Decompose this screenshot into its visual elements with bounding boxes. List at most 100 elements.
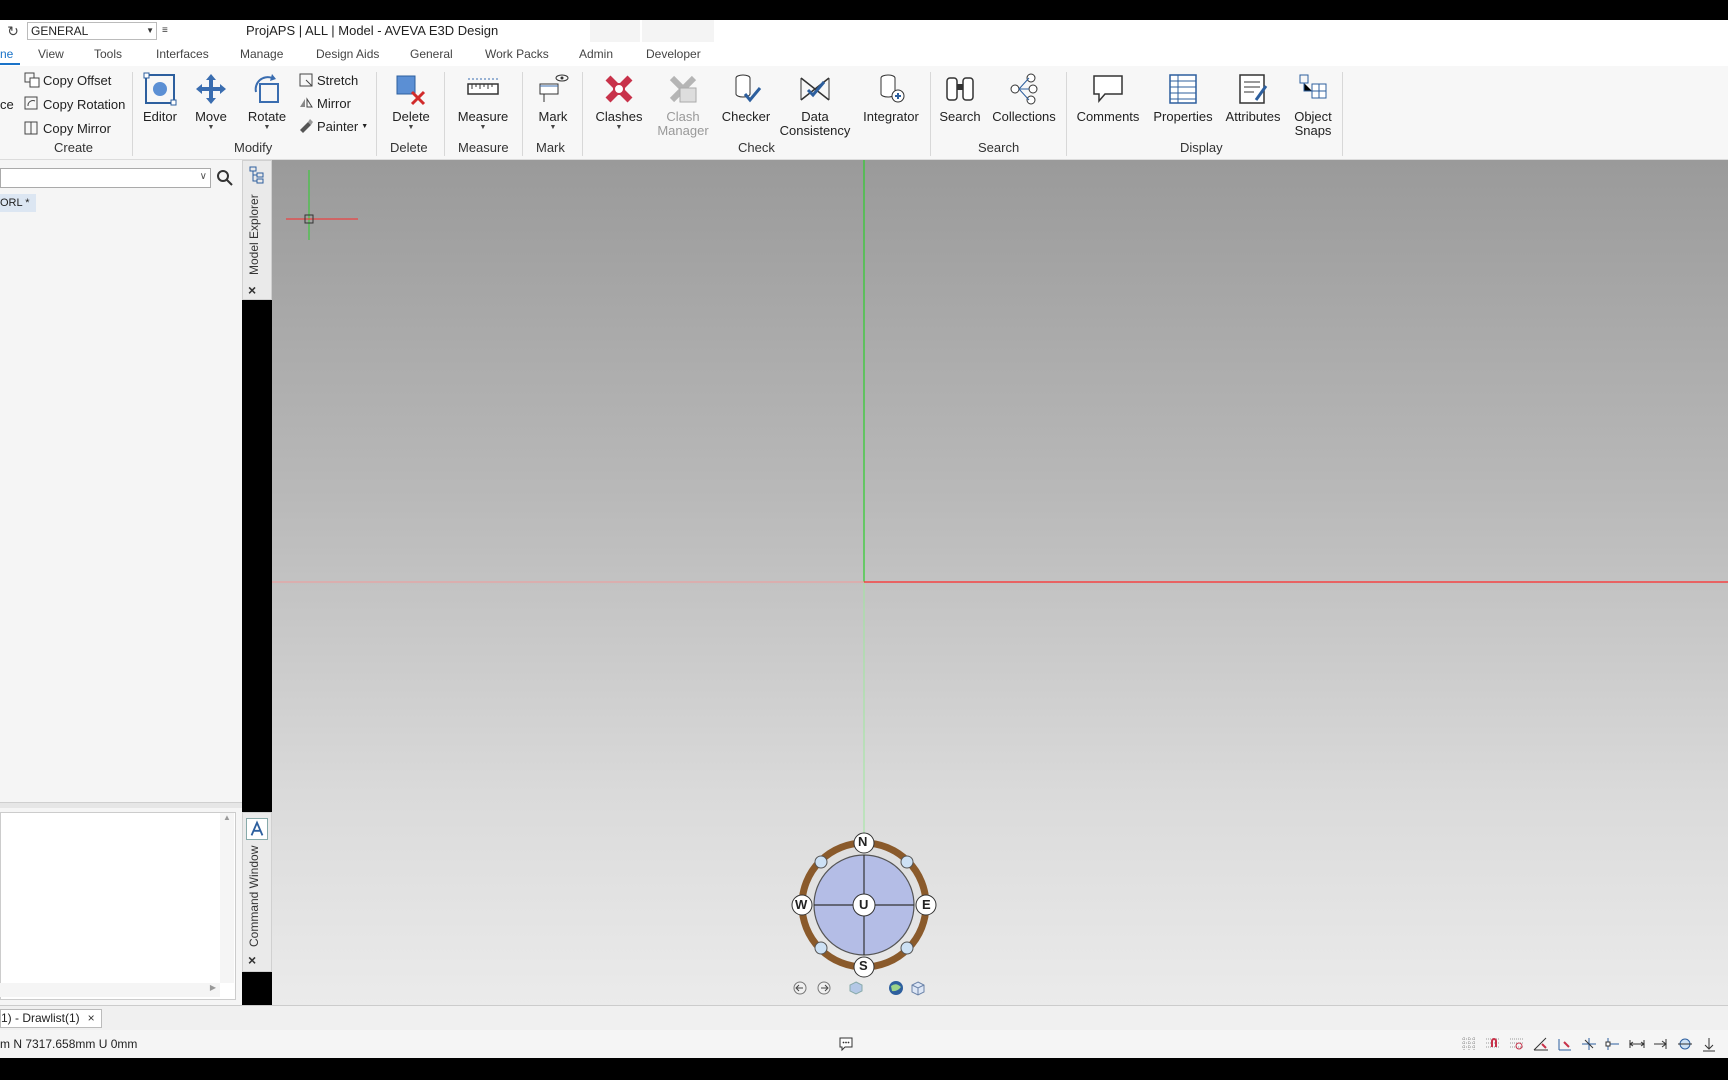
- redo-icon[interactable]: ↻: [4, 22, 22, 40]
- object-snaps-button[interactable]: Object Snaps: [1288, 72, 1338, 138]
- integrator-button[interactable]: Integrator: [856, 72, 926, 124]
- snap-intersection-icon[interactable]: [1580, 1036, 1598, 1052]
- group-separator: [1342, 72, 1343, 156]
- painter-label: Painter: [317, 118, 359, 134]
- compass-south-button[interactable]: S: [859, 958, 868, 973]
- mark-icon: [539, 74, 569, 102]
- snap-distance-icon[interactable]: [1628, 1036, 1646, 1052]
- painter-button[interactable]: Painter ▼: [298, 116, 368, 136]
- chevron-down-icon: ▼: [549, 124, 557, 131]
- compass-north-button[interactable]: N: [858, 834, 867, 849]
- compass-west-button[interactable]: W: [795, 897, 807, 912]
- search-button[interactable]: Search: [936, 72, 984, 124]
- quick-access-customize-icon[interactable]: ≡: [162, 22, 172, 40]
- drawlist-tab-label: 1) - Drawlist(1): [1, 1011, 80, 1025]
- tab-manage[interactable]: Manage: [240, 47, 283, 61]
- copy-offset-label: Copy Offset: [43, 72, 112, 88]
- tab-view[interactable]: View: [38, 47, 64, 61]
- binoculars-icon: [946, 77, 974, 101]
- view-forward-icon: [817, 981, 831, 995]
- properties-button[interactable]: Properties: [1148, 72, 1218, 124]
- snap-polar-icon[interactable]: [1508, 1036, 1526, 1052]
- measure-button[interactable]: Measure ▼: [454, 72, 512, 132]
- snap-angle-icon[interactable]: [1532, 1036, 1550, 1052]
- clash-manager-label-2: Manager: [657, 123, 709, 138]
- rotate-button[interactable]: Rotate ▼: [240, 72, 294, 132]
- snap-endpoint-icon[interactable]: [1652, 1036, 1670, 1052]
- panel-splitter[interactable]: [0, 802, 242, 808]
- search-icon[interactable]: [215, 168, 235, 188]
- checker-icon: [735, 74, 762, 103]
- tab-design-aids[interactable]: Design Aids: [316, 47, 379, 61]
- group-separator: [1066, 72, 1067, 156]
- attributes-icon: [1239, 74, 1268, 104]
- cut-button[interactable]: ce: [0, 94, 14, 114]
- snap-down-icon[interactable]: [1700, 1036, 1718, 1052]
- vertical-scrollbar[interactable]: ▲: [220, 813, 234, 983]
- mark-button[interactable]: Mark ▼: [530, 72, 576, 132]
- copy-offset-button[interactable]: Copy Offset: [24, 70, 111, 90]
- compass-east-button[interactable]: E: [922, 897, 931, 912]
- module-select[interactable]: GENERAL ▼: [27, 22, 157, 40]
- model-explorer-label: Model Explorer: [247, 194, 261, 275]
- move-label: Move: [195, 109, 227, 124]
- explorer-search-input[interactable]: ∨: [0, 168, 211, 188]
- copy-mirror-button[interactable]: Copy Mirror: [24, 118, 111, 138]
- document-tabs: 1) - Drawlist(1) ×: [0, 1005, 1728, 1030]
- stretch-button[interactable]: Stretch: [298, 70, 358, 90]
- delete-icon: [396, 75, 426, 106]
- snap-centre-icon[interactable]: [1676, 1036, 1694, 1052]
- snap-ortho-icon[interactable]: [1556, 1036, 1574, 1052]
- close-icon[interactable]: ×: [248, 952, 256, 968]
- status-bar: m N 7317.658mm U 0mm: [0, 1030, 1728, 1058]
- tab-home[interactable]: ne: [0, 47, 13, 61]
- snap-magnet-icon[interactable]: [1484, 1036, 1502, 1052]
- attributes-button[interactable]: Attributes: [1222, 72, 1284, 124]
- snap-grid-icon[interactable]: [1460, 1036, 1478, 1052]
- 3d-viewport[interactable]: N S E W U: [272, 160, 1728, 1005]
- properties-table-icon: [1169, 74, 1197, 104]
- group-separator: [444, 72, 445, 156]
- clash-manager-icon: [669, 75, 697, 103]
- data-consistency-icon: [800, 77, 830, 101]
- object-snaps-icon: [1299, 74, 1327, 99]
- group-separator: [376, 72, 377, 156]
- stretch-label: Stretch: [317, 72, 359, 88]
- chat-icon[interactable]: [838, 1036, 854, 1052]
- close-icon[interactable]: ×: [248, 282, 256, 298]
- tab-developer[interactable]: Developer: [646, 47, 701, 61]
- delete-button[interactable]: Delete ▼: [386, 72, 436, 132]
- tab-interfaces[interactable]: Interfaces: [156, 47, 209, 61]
- compass-up-button[interactable]: U: [859, 897, 868, 912]
- attributes-label: Attributes: [1225, 109, 1281, 124]
- tab-tools[interactable]: Tools: [94, 47, 122, 61]
- checker-button[interactable]: Checker: [718, 72, 774, 124]
- tree-item-world[interactable]: ORL *: [0, 194, 36, 212]
- tab-work-packs[interactable]: Work Packs: [485, 47, 549, 61]
- move-button[interactable]: Move ▼: [188, 72, 234, 132]
- tree-hierarchy-icon: [249, 166, 265, 184]
- measure-label: Measure: [457, 109, 509, 124]
- close-icon[interactable]: ×: [88, 1010, 95, 1027]
- command-window-panel[interactable]: [0, 812, 236, 1000]
- title-tab-placeholder: [590, 20, 640, 42]
- window-title: ProjAPS | ALL | Model - AVEVA E3D Design: [246, 23, 499, 38]
- chevron-down-icon: ∨: [199, 171, 207, 182]
- chevron-down-icon: ▼: [479, 124, 487, 131]
- collections-button[interactable]: Collections: [988, 72, 1060, 124]
- comments-button[interactable]: Comments: [1074, 72, 1142, 124]
- view-cube-icon: [911, 981, 925, 996]
- data-consistency-button[interactable]: Data Consistency: [778, 72, 852, 138]
- clashes-button[interactable]: Clashes ▼: [592, 72, 646, 132]
- editor-button[interactable]: Editor: [138, 72, 182, 124]
- tab-general[interactable]: General: [410, 47, 453, 61]
- snap-perpendicular-icon[interactable]: [1604, 1036, 1622, 1052]
- copy-rotation-button[interactable]: Copy Rotation: [24, 94, 125, 114]
- tab-admin[interactable]: Admin: [579, 47, 613, 61]
- mirror-button[interactable]: Mirror: [298, 93, 351, 113]
- horizontal-scrollbar[interactable]: ▶: [0, 983, 220, 997]
- clash-manager-button[interactable]: Clash Manager: [654, 72, 712, 138]
- tab-drawlist[interactable]: 1) - Drawlist(1) ×: [0, 1009, 102, 1028]
- group-label-check: Check: [738, 140, 775, 155]
- chevron-down-icon: ▼: [263, 124, 271, 131]
